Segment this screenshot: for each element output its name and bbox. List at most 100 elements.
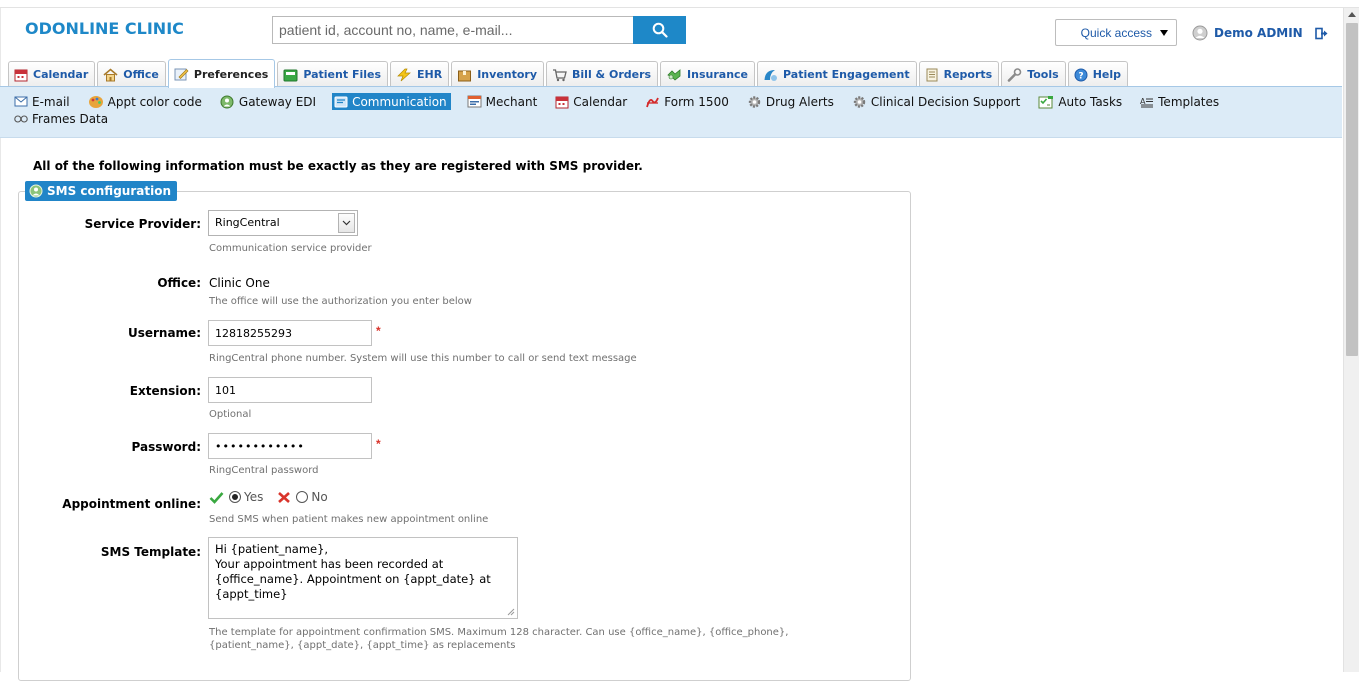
subnav-email[interactable]: E-mail	[12, 93, 72, 110]
resize-grip-icon[interactable]	[506, 607, 515, 616]
password-label: Password:	[131, 440, 202, 454]
user-name: Demo ADMIN	[1214, 26, 1303, 40]
report-icon	[926, 68, 938, 81]
sms-config-icon	[29, 184, 43, 198]
pdf-icon	[646, 97, 660, 107]
username-required-marker: *	[376, 324, 381, 338]
subnav-templates[interactable]: A Templates	[1138, 93, 1221, 110]
office-hint: The office will use the authorization yo…	[209, 296, 472, 307]
preferences-icon	[174, 68, 189, 81]
tab-patient-files[interactable]: Patient Files	[277, 61, 389, 87]
password-input[interactable]	[208, 433, 372, 459]
tab-insurance[interactable]: Insurance	[660, 61, 756, 87]
tab-tools[interactable]: Tools	[1001, 61, 1066, 87]
subnav-frames-data[interactable]: Frames Data	[12, 110, 110, 127]
sms-template-textarea[interactable]	[208, 537, 518, 619]
subnav-gateway-edi[interactable]: Gateway EDI	[218, 93, 318, 110]
tab-label: EHR	[417, 68, 443, 81]
tab-ehr[interactable]: EHR	[390, 61, 450, 87]
scrollbar-thumb[interactable]	[1346, 23, 1358, 356]
shield-icon	[667, 68, 681, 81]
page-scrollbar[interactable]	[1343, 8, 1359, 672]
subnav-label: Appt color code	[107, 94, 202, 109]
quick-access-label: Quick access	[1080, 25, 1152, 40]
checkmark-icon	[209, 491, 224, 504]
subnav-label: Clinical Decision Support	[870, 94, 1021, 109]
preferences-subnav: E-mail Appt color code Gateway EDI Commu…	[0, 86, 1342, 138]
tab-label: Calendar	[33, 68, 89, 81]
subnav-label: E-mail	[32, 94, 70, 109]
subnav-auto-tasks[interactable]: Auto Tasks	[1036, 93, 1124, 110]
appointment-online-no-label: No	[311, 490, 328, 504]
engagement-icon	[764, 69, 778, 81]
search-button[interactable]	[633, 16, 686, 44]
palette-icon	[88, 95, 103, 108]
logout-icon[interactable]	[1314, 27, 1329, 40]
appointment-online-yes-radio[interactable]	[229, 491, 241, 503]
appointment-online-options: Yes No	[209, 490, 328, 504]
chevron-down-icon	[338, 213, 355, 233]
search-input[interactable]	[272, 16, 634, 44]
tab-reports[interactable]: Reports	[918, 61, 1000, 87]
help-icon: ?	[1074, 68, 1088, 81]
tab-label: Preferences	[193, 67, 269, 81]
service-provider-label: Service Provider:	[84, 217, 201, 231]
username-input[interactable]	[208, 320, 372, 346]
subnav-appt-color-code[interactable]: Appt color code	[86, 93, 204, 110]
tab-inventory[interactable]: Inventory	[451, 61, 545, 87]
username-hint: RingCentral phone number. System will us…	[209, 353, 637, 364]
appointment-online-no-radio[interactable]	[296, 491, 309, 503]
tab-bill-orders[interactable]: Bill & Orders	[546, 61, 659, 87]
subnav-label: Mechant	[485, 94, 538, 109]
sms-provider-notice: All of the following information must be…	[33, 159, 643, 173]
subnav-clinical-decision-support[interactable]: Clinical Decision Support	[850, 93, 1022, 110]
subnav-label: Communication	[352, 94, 447, 109]
subnav-calendar[interactable]: Calendar	[553, 93, 629, 110]
cart-icon	[553, 68, 567, 81]
lightning-icon	[397, 68, 411, 81]
subnav-mechant[interactable]: Mechant	[465, 93, 540, 110]
subnav-form-1500[interactable]: Form 1500	[643, 93, 731, 110]
search-icon	[652, 22, 668, 38]
sms-configuration-title: SMS configuration	[25, 181, 177, 201]
sms-template-label: SMS Template:	[100, 545, 201, 559]
template-icon: A	[1140, 97, 1154, 107]
extension-input[interactable]	[208, 377, 372, 403]
tab-patient-engagement[interactable]: Patient Engagement	[757, 61, 917, 87]
box-icon	[458, 70, 472, 81]
tab-label: Bill & Orders	[572, 68, 652, 81]
user-avatar-icon	[1192, 25, 1208, 41]
tab-label: Reports	[943, 68, 993, 81]
password-hint: RingCentral password	[209, 465, 319, 476]
brand-logo[interactable]: ODONLINE CLINIC	[25, 19, 184, 38]
gear-icon	[853, 95, 866, 108]
subnav-label: Calendar	[573, 94, 628, 109]
extension-label: Extension:	[129, 384, 201, 398]
wrench-icon	[1007, 67, 1022, 82]
tasks-icon	[1038, 95, 1054, 108]
service-provider-select[interactable]: RingCentral	[208, 210, 358, 236]
gateway-icon	[220, 95, 234, 108]
window-top-edge	[0, 0, 1359, 8]
user-menu[interactable]: Demo ADMIN	[1192, 25, 1329, 41]
tab-label: Office	[123, 68, 159, 81]
sms-template-hint-line2: {patient_name}, {appt_date}, {appt_time}…	[209, 640, 516, 651]
sms-template-hint-line1: The template for appointment confirmatio…	[209, 627, 789, 638]
subnav-label: Templates	[1158, 94, 1220, 109]
subnav-communication[interactable]: Communication	[332, 93, 451, 110]
dropdown-arrow-icon	[1160, 29, 1168, 36]
tab-office[interactable]: Office	[97, 61, 166, 87]
quick-access-dropdown[interactable]: Quick access	[1055, 19, 1177, 46]
sms-configuration-title-text: SMS configuration	[47, 184, 171, 198]
subnav-label: Frames Data	[32, 111, 109, 126]
subnav-label: Form 1500	[664, 94, 729, 109]
tab-calendar[interactable]: Calendar	[8, 61, 96, 87]
tab-label: Help	[1092, 68, 1121, 81]
tab-help[interactable]: ? Help	[1067, 61, 1128, 87]
extension-hint: Optional	[209, 409, 252, 420]
subnav-drug-alerts[interactable]: Drug Alerts	[745, 93, 836, 110]
scroll-up-arrow-icon[interactable]	[1348, 12, 1356, 17]
tab-preferences[interactable]: Preferences	[167, 59, 276, 88]
main-tabs: Calendar Office Preferences Patient File…	[8, 59, 1128, 88]
subnav-label: Auto Tasks	[1058, 94, 1123, 109]
